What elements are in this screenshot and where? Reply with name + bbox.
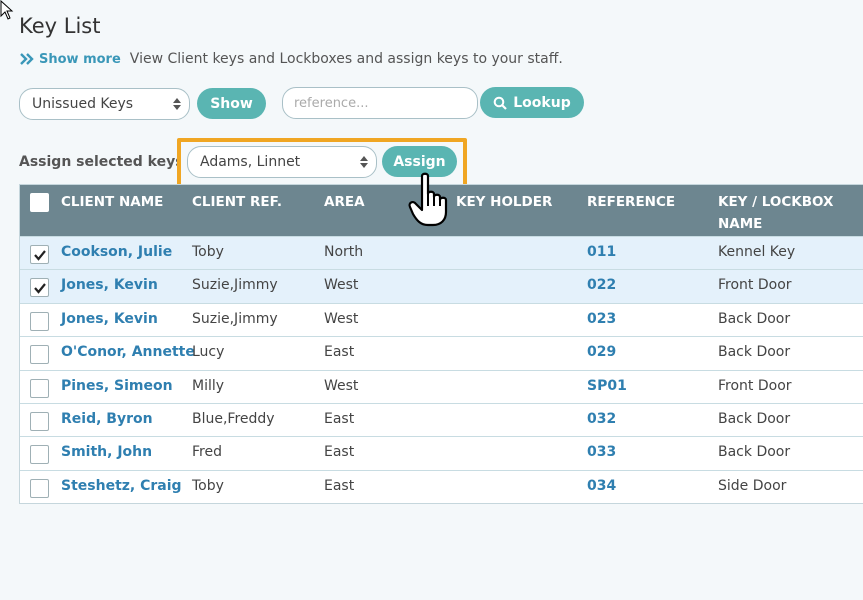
cell-key-name: Back Door (718, 344, 791, 361)
row-checkbox[interactable] (30, 278, 49, 298)
select-arrows-icon (360, 156, 368, 168)
select-arrows-icon (173, 98, 181, 110)
col-area[interactable]: AREA (324, 191, 365, 213)
table-row[interactable]: Smith, John Fred East 033 Back Door (20, 436, 863, 469)
table-row[interactable]: Steshetz, Craig Toby East 034 Side Door (20, 469, 863, 503)
cell-client-name[interactable]: Pines, Simeon (61, 378, 173, 394)
cell-reference[interactable]: 033 (587, 444, 616, 460)
search-icon (493, 96, 508, 110)
row-checkbox[interactable] (30, 245, 49, 264)
staff-select[interactable]: Adams, Linnet (187, 146, 377, 178)
cell-area: East (324, 444, 355, 461)
page-title: Key List (19, 14, 101, 38)
col-key-holder[interactable]: KEY HOLDER (456, 191, 552, 213)
key-filter-select[interactable]: Unissued Keys (19, 88, 190, 120)
cell-key-name: Back Door (718, 410, 791, 427)
cell-area: East (324, 344, 355, 361)
cell-client-ref: Suzie,Jimmy (192, 277, 278, 294)
col-key-lockbox-line1: KEY / LOCKBOX (718, 194, 834, 210)
cell-client-name[interactable]: Reid, Byron (61, 411, 153, 427)
page-description: View Client keys and Lockboxes and assig… (129, 51, 563, 67)
row-checkbox[interactable] (30, 311, 49, 331)
table-row[interactable]: Cookson, Julie Toby North 011 Kennel Key (20, 236, 863, 270)
key-filter-value: Unissued Keys (32, 96, 134, 112)
row-checkbox[interactable] (30, 478, 49, 498)
row-checkbox[interactable] (30, 378, 49, 398)
table-body: Cookson, Julie Toby North 011 Kennel Key Jone… (20, 236, 863, 503)
staff-selected-value: Adams, Linnet (200, 154, 301, 170)
cell-area: East (324, 477, 355, 494)
cell-area: North (324, 244, 364, 260)
show-button[interactable]: Show (197, 88, 266, 119)
cell-key-name: Back Door (718, 310, 791, 327)
lookup-label: Lookup (513, 94, 571, 111)
select-all-checkbox[interactable] (30, 193, 49, 212)
cell-client-ref: Blue,Freddy (192, 410, 275, 427)
cell-client-name[interactable]: Jones, Kevin (61, 311, 158, 327)
cell-client-ref: Toby (192, 244, 224, 260)
cell-client-name[interactable]: Cookson, Julie (61, 244, 172, 260)
table-row[interactable]: Jones, Kevin Suzie,Jimmy West 023 Back Door (20, 302, 863, 336)
show-more-label: Show more (39, 51, 121, 67)
cell-reference[interactable]: SP01 (587, 378, 627, 394)
col-client-ref[interactable]: CLIENT REF. (192, 191, 282, 213)
cell-area: West (324, 277, 359, 294)
cell-client-ref: Lucy (192, 344, 225, 361)
show-more-link[interactable]: Show more (19, 52, 121, 67)
table-row[interactable]: Pines, Simeon Milly West SP01 Front Door (20, 369, 863, 403)
lookup-button[interactable]: Lookup (480, 87, 584, 118)
row-checkbox[interactable] (30, 345, 49, 365)
mouse-pointer-icon (0, 0, 14, 20)
cell-client-ref: Milly (192, 377, 225, 394)
hand-pointer-icon (408, 172, 448, 227)
cell-client-ref: Suzie,Jimmy (192, 310, 278, 327)
cell-key-name: Kennel Key (718, 244, 796, 260)
col-client-name[interactable]: CLIENT NAME (61, 191, 163, 213)
cell-client-ref: Fred (192, 444, 222, 461)
table-row[interactable]: O'Conor, Annette Lucy East 029 Back Door (20, 336, 863, 369)
cell-key-name: Back Door (718, 444, 791, 461)
col-key-lockbox-line2: NAME (718, 216, 763, 232)
cell-reference[interactable]: 011 (587, 244, 616, 260)
cell-client-name[interactable]: O'Conor, Annette (61, 344, 195, 360)
key-table: CLIENT NAME CLIENT REF. AREA KEY HOLDER … (19, 184, 863, 505)
cell-area: West (324, 310, 359, 327)
check-icon (34, 250, 46, 261)
row-checkbox[interactable] (30, 411, 49, 431)
check-icon (34, 283, 46, 295)
reference-placeholder: reference... (294, 95, 369, 111)
cell-area: West (324, 377, 359, 394)
cell-key-name: Side Door (718, 477, 787, 494)
table-row[interactable]: Reid, Byron Blue,Freddy East 032 Back Door (20, 402, 863, 436)
row-checkbox[interactable] (30, 445, 49, 465)
reference-input[interactable]: reference... (282, 87, 478, 119)
table-row[interactable]: Jones, Kevin Suzie,Jimmy West 022 Front Door (20, 269, 863, 303)
cell-reference[interactable]: 034 (587, 478, 616, 494)
page-subline: Show more View Client keys and Lockboxes… (19, 51, 563, 67)
cell-key-name: Front Door (718, 377, 792, 394)
cell-reference[interactable]: 032 (587, 411, 616, 427)
cell-reference[interactable]: 023 (587, 311, 616, 327)
col-reference[interactable]: REFERENCE (587, 191, 675, 213)
cell-reference[interactable]: 022 (587, 277, 616, 293)
cell-area: East (324, 410, 355, 427)
cell-key-name: Front Door (718, 277, 792, 294)
cell-client-name[interactable]: Steshetz, Craig (61, 478, 182, 494)
col-key-lockbox[interactable]: KEY / LOCKBOX NAME (718, 191, 833, 235)
cell-client-name[interactable]: Jones, Kevin (61, 277, 158, 293)
cell-client-name[interactable]: Smith, John (61, 444, 152, 460)
cell-client-ref: Toby (192, 477, 224, 494)
double-chevron-right-icon (20, 53, 34, 65)
cell-reference[interactable]: 029 (587, 344, 616, 360)
